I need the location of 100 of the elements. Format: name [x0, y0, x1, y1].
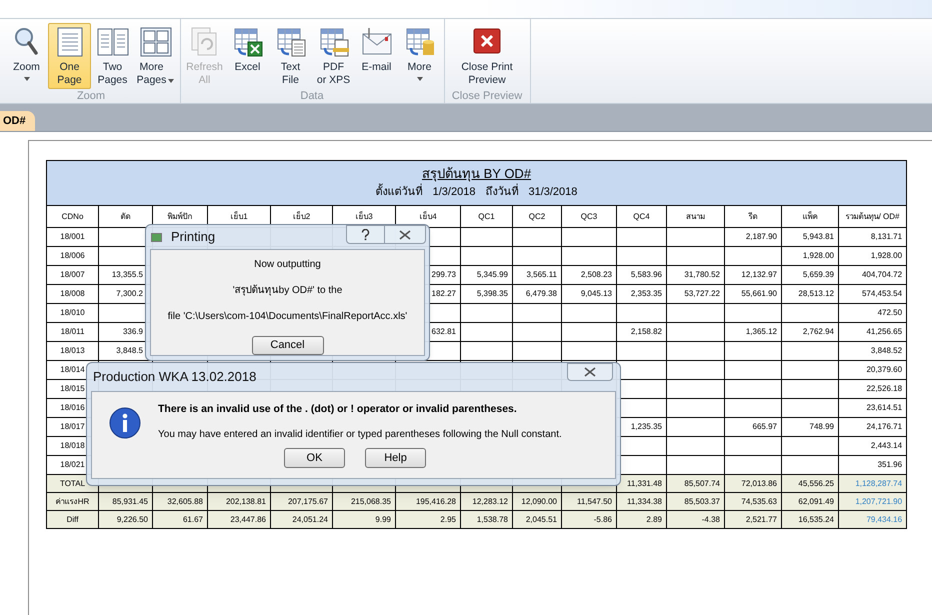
table-cell: 2,045.51: [526, 514, 557, 524]
dialog-message: file 'C:\Users\com-104\Documents\FinalReportAcc.xls': [168, 310, 408, 323]
table-cell: 12,132.97: [741, 270, 777, 279]
dialog-title: Production WKA 13.02.2018: [93, 368, 256, 386]
table-cell: 1,365.12: [746, 327, 777, 336]
row-label: 18/018: [60, 441, 85, 450]
table-cell: 632.81: [432, 327, 456, 336]
table-cell: 1,207,721.90: [855, 496, 902, 506]
table-cell: 55,661.90: [741, 289, 777, 298]
table-cell: 2.95: [440, 514, 456, 524]
dialog-message: 'สรุปต้นทุนby OD#' to the: [232, 284, 342, 297]
table-cell: 7,300.2: [116, 289, 143, 298]
help-button[interactable]: Help: [365, 448, 426, 468]
table-cell: 1,235.35: [630, 422, 662, 431]
table-cell: 5,583.96: [630, 270, 662, 279]
row-label: 18/011: [60, 327, 84, 336]
ribbon-button[interactable]: More Pages: [134, 23, 177, 89]
table-cell: 11,547.50: [577, 496, 612, 506]
table-cell: 12,283.12: [472, 496, 508, 506]
close-button[interactable]: [567, 363, 613, 381]
table-cell: 11,334.38: [627, 496, 662, 506]
error-detail: You may have entered an invalid identifier or typed parentheses following the Null constant.: [158, 428, 562, 441]
question-icon: [361, 228, 370, 240]
table-cell: 5,943.81: [802, 232, 834, 241]
table-cell: 2,521.77: [746, 514, 777, 524]
ribbon-button[interactable]: E-mail: [355, 23, 398, 89]
table-cell: 72,013.86: [741, 478, 777, 488]
table-cell: 351.96: [878, 460, 902, 469]
table-cell: 195,416.28: [416, 496, 456, 506]
four-pages-icon: [140, 26, 172, 58]
table-cell: 665.97: [752, 422, 777, 431]
document-tab[interactable]: OD#: [0, 111, 35, 131]
caret-icon: [168, 79, 174, 83]
spreadsheet-icon: [232, 26, 264, 58]
table-cell: 1,128,287.74: [855, 478, 902, 488]
database-icon: [404, 26, 436, 58]
table-cell: 24,176.71: [866, 422, 902, 431]
table-cell: 20,379.60: [866, 365, 902, 374]
date-label: ตั้งแต่วันที่: [376, 184, 423, 200]
table-cell: 53,727.22: [684, 289, 720, 298]
table-cell: 9,226.50: [116, 514, 148, 524]
table-cell: 13,355.5: [112, 270, 143, 279]
row-label: 18/006: [60, 251, 85, 260]
table-cell: 61.67: [182, 514, 203, 524]
row-label: TOTAL: [60, 478, 86, 488]
table-cell: 62,091.49: [798, 496, 834, 506]
table-cell: 79,434.16: [866, 514, 902, 524]
table-cell: 202,138.81: [226, 496, 266, 506]
table-cell: 23,614.51: [866, 403, 902, 412]
table-cell: 574,453.54: [862, 289, 902, 298]
document-icon: [318, 26, 350, 58]
close-icon: [584, 367, 596, 377]
ribbon-button[interactable]: PDF or XPS: [312, 23, 355, 89]
table-cell: 85,507.74: [684, 478, 720, 488]
table-cell: 5,659.39: [802, 270, 834, 279]
row-label: 18/013: [60, 346, 85, 355]
table-cell: 2,762.94: [802, 327, 834, 336]
info-icon: [109, 407, 141, 439]
ribbon-button[interactable]: One Page: [48, 23, 91, 89]
date-value: 31/3/2018: [528, 185, 578, 200]
table-cell: 31,780.52: [684, 270, 720, 279]
row-label: 18/007: [60, 270, 85, 279]
table-cell: 23,447.86: [230, 514, 266, 524]
report-title: สรุปต้นทุน BY OD#: [420, 166, 532, 182]
row-label: 18/010: [60, 308, 85, 317]
cancel-button[interactable]: Cancel: [252, 336, 324, 355]
ok-button[interactable]: OK: [284, 448, 345, 468]
ribbon-button[interactable]: Two Pages: [91, 23, 134, 89]
dialog-title: Printing: [171, 228, 216, 246]
table-cell: 12,090.00: [521, 496, 557, 506]
ribbon-button[interactable]: More: [398, 23, 441, 89]
table-cell: 11,331.48: [627, 478, 662, 488]
window-icon: [151, 232, 162, 242]
table-cell: 215,068.35: [350, 496, 391, 506]
table-cell: 74,535.63: [741, 496, 777, 506]
row-label: ค่าแรงHR: [56, 496, 90, 506]
group-label: Data: [299, 90, 325, 102]
error-message: There is an invalid use of the . (dot) or ! operator or invalid parentheses.: [158, 402, 518, 416]
ribbon-button[interactable]: Zoom: [5, 23, 48, 89]
row-label: 18/014: [60, 365, 85, 374]
ribbon-button[interactable]: Text File: [269, 23, 312, 89]
table-cell: 472.50: [878, 308, 902, 317]
row-label: 18/001: [60, 232, 85, 241]
table-cell: 8,131.71: [870, 232, 902, 241]
table-cell: 2.89: [646, 514, 662, 524]
two-pages-icon: [96, 26, 128, 58]
row-label: Diff: [66, 514, 78, 524]
ribbon-button[interactable]: Close Print Preview: [447, 23, 527, 89]
group-label: Close Preview: [450, 90, 524, 102]
table-cell: 299.73: [432, 270, 456, 279]
table-cell: 24,051.24: [292, 514, 328, 524]
table-cell: 22,526.18: [866, 384, 902, 393]
table-cell: 404,704.72: [862, 270, 902, 279]
table-cell: 9.99: [375, 514, 391, 524]
table-cell: 748.99: [810, 422, 834, 431]
table-cell: 9,045.13: [580, 289, 612, 298]
table-cell: 2,443.14: [870, 441, 902, 450]
ribbon-button[interactable]: Excel: [226, 23, 269, 89]
table-cell: 41,256.65: [866, 327, 902, 336]
close-icon: [399, 230, 411, 240]
